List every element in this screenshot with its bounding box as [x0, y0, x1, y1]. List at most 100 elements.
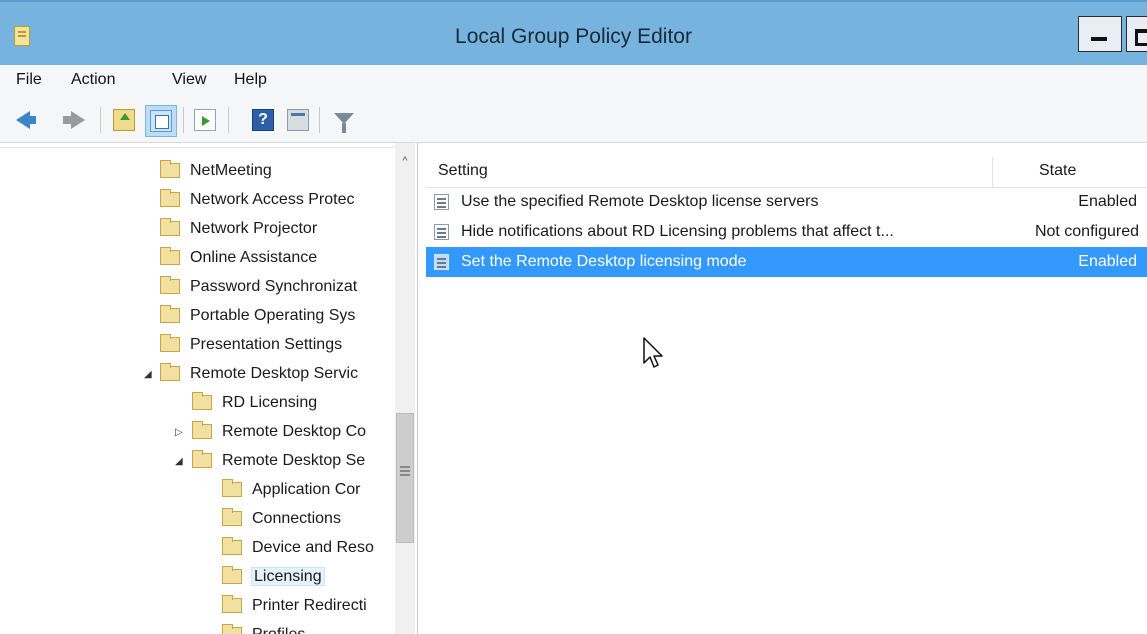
policy-row-selected[interactable]: Set the Remote Desktop licensing mode En… [426, 247, 1147, 277]
tree-item-label: Licensing [251, 567, 325, 586]
policy-state: Enabled [1078, 253, 1137, 270]
folder-icon [222, 507, 242, 526]
minimize-button[interactable] [1078, 16, 1122, 52]
tree-item-label: NetMeeting [190, 162, 272, 179]
policy-setting-name: Set the Remote Desktop licensing mode [461, 253, 747, 270]
properties-icon[interactable] [287, 109, 309, 131]
help-icon[interactable]: ? [252, 109, 274, 131]
menu-file[interactable]: File [16, 71, 42, 89]
tree-item-remote-desktop-session-host[interactable]: Remote Desktop Se [192, 447, 365, 475]
folder-icon [160, 159, 180, 178]
app-window: Local Group Policy Editor File Action Vi… [0, 0, 1147, 634]
settings-list-pane[interactable]: Setting State Use the specified Remote D… [426, 143, 1147, 634]
show-tree-button[interactable] [145, 105, 177, 137]
policy-row[interactable]: Use the specified Remote Desktop license… [426, 187, 1147, 217]
tree-item-printer-redirection[interactable]: Printer Redirecti [222, 592, 367, 620]
tree-item-online-assistance[interactable]: Online Assistance [160, 244, 317, 272]
tree-item-label: Network Projector [190, 220, 318, 237]
policy-row[interactable]: Hide notifications about RD Licensing pr… [426, 217, 1147, 247]
collapse-arrow-icon[interactable]: ◢ [175, 456, 183, 467]
folder-icon [160, 246, 180, 265]
tree-item-label: Password Synchronizat [190, 278, 358, 295]
tree-item-remote-desktop-services[interactable]: Remote Desktop Servic [160, 360, 358, 388]
filter-icon[interactable] [334, 113, 354, 133]
folder-icon [160, 217, 180, 236]
toolbar-separator [228, 107, 229, 133]
forward-icon[interactable] [63, 111, 85, 129]
mouse-cursor-icon [643, 337, 663, 368]
export-list-icon[interactable] [194, 109, 216, 131]
tree-item-presentation-settings[interactable]: Presentation Settings [160, 331, 342, 359]
menu-help[interactable]: Help [234, 71, 267, 89]
folder-icon [222, 594, 242, 613]
scrollbar-grip-icon [400, 466, 410, 468]
tree-item-rd-licensing[interactable]: RD Licensing [192, 389, 317, 417]
tree-item-label: Network Access Protec [190, 191, 355, 208]
tree-item-password-synchronization[interactable]: Password Synchronizat [160, 273, 357, 301]
toolbar-separator [183, 107, 184, 133]
maximize-button[interactable] [1126, 16, 1147, 52]
tree-item-remote-desktop-connection[interactable]: Remote Desktop Co [192, 418, 366, 446]
scrollbar-thumb[interactable] [396, 413, 414, 543]
folder-icon [222, 565, 242, 584]
tree-item-network-projector[interactable]: Network Projector [160, 215, 317, 243]
policy-setting-icon [434, 194, 449, 210]
tree-item-label: Presentation Settings [190, 336, 343, 353]
tree-item-connections[interactable]: Connections [222, 505, 341, 533]
expand-arrow-icon[interactable]: ▷ [175, 427, 183, 438]
toolbar: ? [0, 99, 1147, 143]
menu-view[interactable]: View [172, 71, 206, 89]
up-folder-icon[interactable] [113, 109, 135, 131]
tree-item-profiles[interactable]: Profiles [222, 621, 305, 634]
minimize-icon [1091, 37, 1107, 41]
folder-icon [222, 478, 242, 497]
tree-item-netmeeting[interactable]: NetMeeting [160, 157, 272, 185]
tree-item-label: Profiles [252, 626, 305, 634]
tree-top-border [0, 147, 400, 148]
tree-item-network-access-protection[interactable]: Network Access Protec [160, 186, 355, 214]
column-header-state[interactable]: State [1039, 162, 1076, 180]
toolbar-separator [319, 107, 320, 133]
policy-state: Not configured [1034, 223, 1139, 240]
folder-icon [192, 449, 212, 468]
tree-item-label: Device and Reso [252, 539, 374, 556]
tree-item-label: Remote Desktop Se [222, 452, 366, 469]
tree-pane[interactable]: NetMeeting Network Access Protec Network… [0, 143, 418, 634]
back-icon[interactable] [16, 111, 36, 129]
policy-setting-name: Hide notifications about RD Licensing pr… [461, 223, 894, 240]
menu-action[interactable]: Action [71, 71, 115, 89]
collapse-arrow-icon[interactable]: ◢ [144, 369, 152, 380]
tree-item-label: Printer Redirecti [252, 597, 367, 614]
tree-item-application-compatibility[interactable]: Application Cor [222, 476, 361, 504]
folder-icon [160, 304, 180, 323]
tree-item-licensing[interactable]: Licensing [222, 563, 325, 591]
tree-item-label: Application Cor [252, 481, 361, 498]
folder-icon [222, 536, 242, 555]
tree-item-label: Online Assistance [190, 249, 318, 266]
folder-icon [160, 333, 180, 352]
folder-icon [222, 623, 242, 634]
tree-item-label: RD Licensing [222, 394, 318, 411]
tree-item-device-and-resource-redirection[interactable]: Device and Reso [222, 534, 374, 562]
tree-item-label: Remote Desktop Co [222, 423, 367, 440]
list-header: Setting State [426, 157, 1147, 188]
column-divider[interactable] [992, 157, 993, 187]
scroll-up-icon[interactable]: ^ [395, 151, 415, 171]
tree-item-label: Portable Operating Sys [190, 307, 356, 324]
policy-setting-icon [434, 254, 449, 270]
folder-icon [192, 391, 212, 410]
show-tree-icon [150, 110, 172, 132]
tree-item-label: Remote Desktop Servic [190, 365, 359, 382]
folder-icon [160, 188, 180, 207]
menu-bar: File Action View Help [0, 65, 1147, 99]
folder-icon [160, 362, 180, 381]
toolbar-separator [100, 107, 101, 133]
policy-state: Enabled [1078, 193, 1137, 210]
folder-icon [160, 275, 180, 294]
tree-item-portable-operating-system[interactable]: Portable Operating Sys [160, 302, 355, 330]
column-header-setting[interactable]: Setting [438, 162, 488, 180]
folder-icon [192, 420, 212, 439]
maximize-icon [1135, 29, 1147, 46]
title-bar[interactable]: Local Group Policy Editor [0, 0, 1147, 65]
tree-scrollbar[interactable]: ^ [395, 143, 415, 634]
